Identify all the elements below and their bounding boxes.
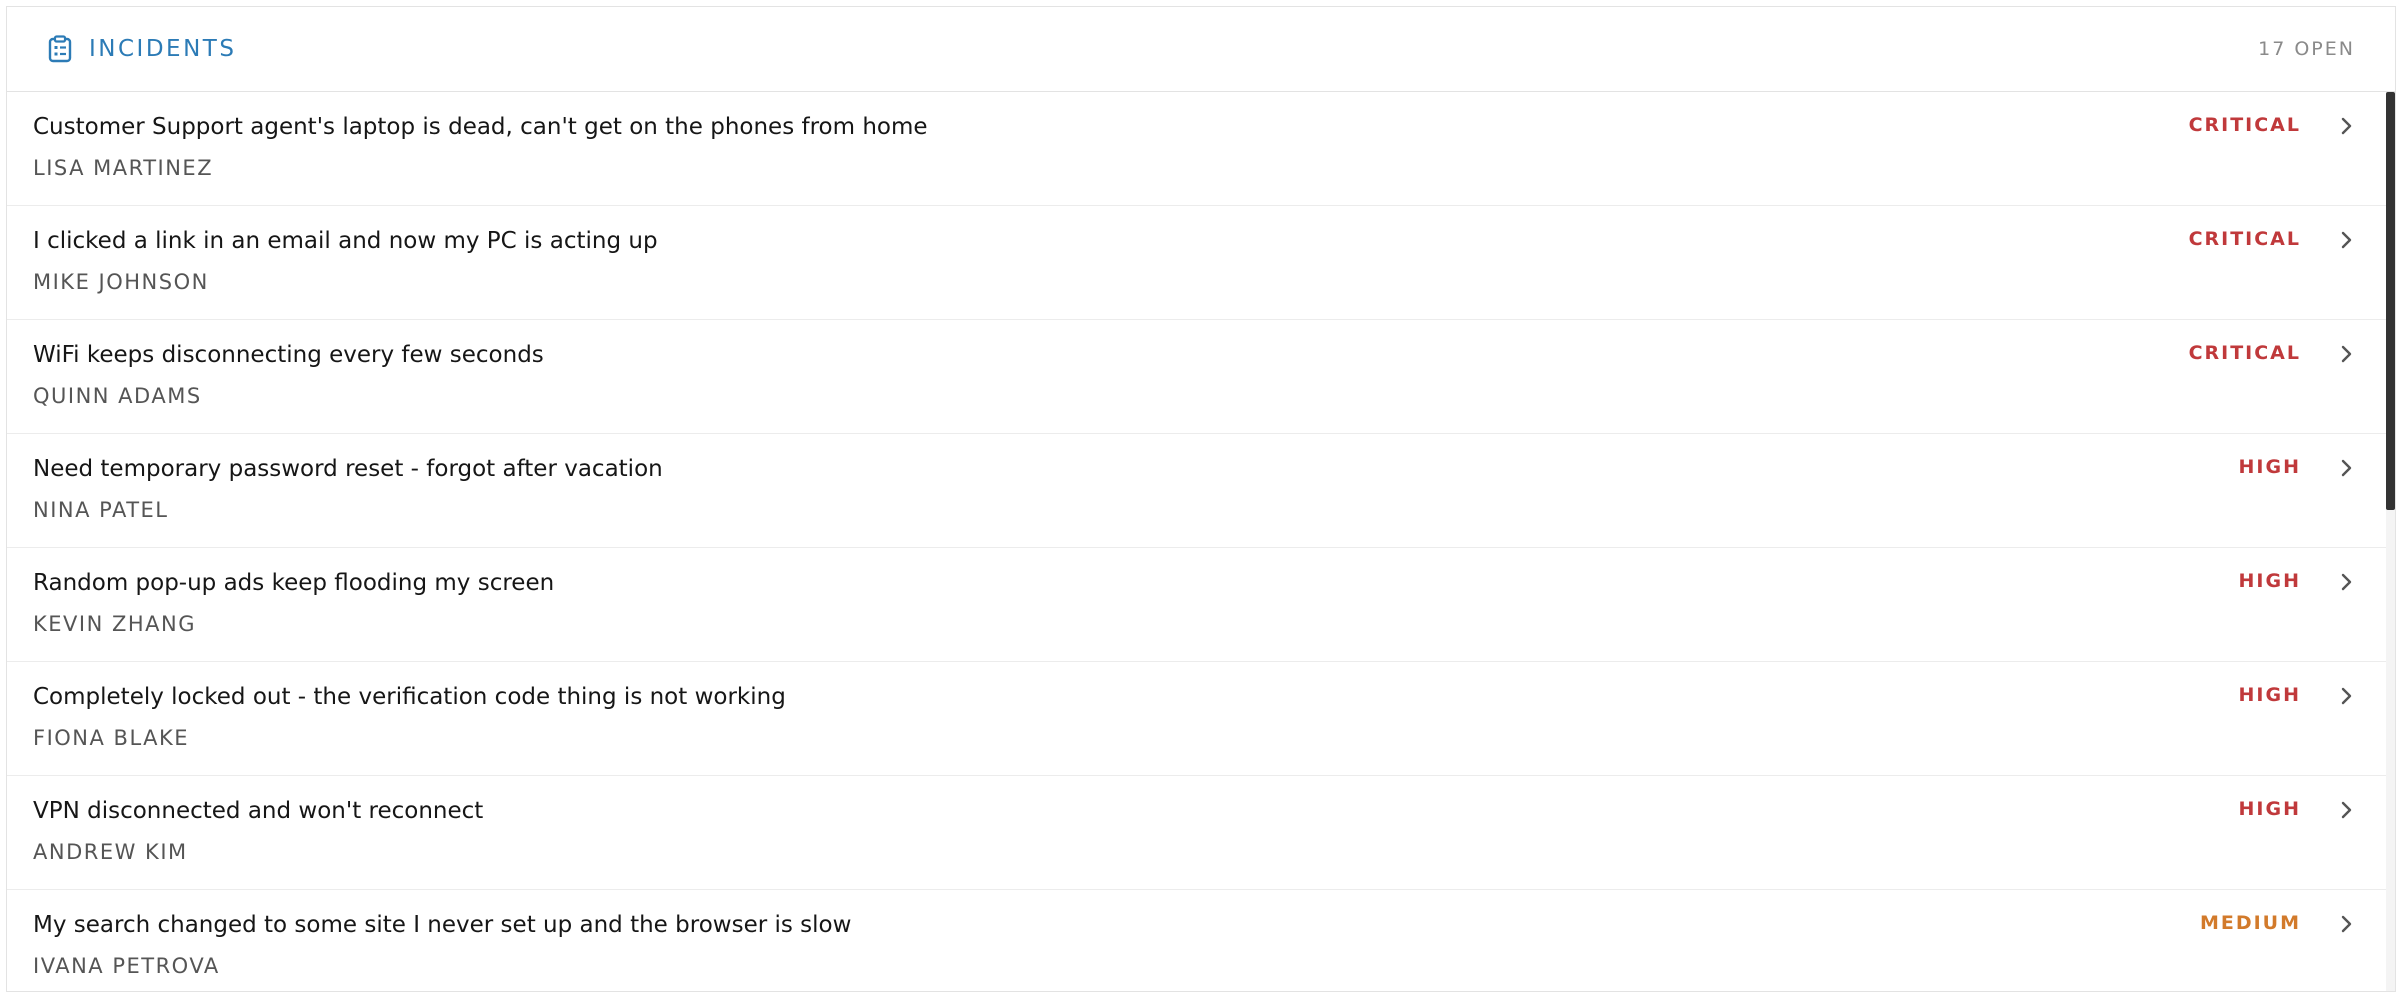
incident-title: Random pop-up ads keep flooding my scree… bbox=[33, 570, 555, 596]
open-count-badge: 17 OPEN bbox=[2258, 38, 2355, 60]
panel-title-group: INCIDENTS bbox=[47, 35, 236, 63]
priority-badge: CRITICAL bbox=[2188, 114, 2301, 136]
clipboard-list-icon bbox=[47, 35, 73, 63]
incident-reporter: KEVIN ZHANG bbox=[33, 612, 197, 636]
incident-reporter: ANDREW KIM bbox=[33, 840, 188, 864]
incident-row[interactable]: My search changed to some site I never s… bbox=[7, 890, 2395, 991]
priority-badge: CRITICAL bbox=[2188, 342, 2301, 364]
chevron-right-icon[interactable] bbox=[2339, 114, 2355, 138]
incident-row[interactable]: WiFi keeps disconnecting every few secon… bbox=[7, 320, 2395, 434]
incident-reporter: QUINN ADAMS bbox=[33, 384, 202, 408]
chevron-right-icon[interactable] bbox=[2339, 342, 2355, 366]
chevron-right-icon[interactable] bbox=[2339, 798, 2355, 822]
incident-title: Customer Support agent's laptop is dead,… bbox=[33, 114, 928, 140]
incident-title: I clicked a link in an email and now my … bbox=[33, 228, 658, 254]
incident-title: My search changed to some site I never s… bbox=[33, 912, 852, 938]
incident-row[interactable]: Need temporary password reset - forgot a… bbox=[7, 434, 2395, 548]
chevron-right-icon[interactable] bbox=[2339, 570, 2355, 594]
incident-reporter: NINA PATEL bbox=[33, 498, 169, 522]
chevron-right-icon[interactable] bbox=[2339, 684, 2355, 708]
chevron-right-icon[interactable] bbox=[2339, 456, 2355, 480]
incident-reporter: LISA MARTINEZ bbox=[33, 156, 214, 180]
priority-badge: HIGH bbox=[2238, 456, 2301, 478]
incident-reporter: FIONA BLAKE bbox=[33, 726, 190, 750]
incidents-panel: INCIDENTS 17 OPEN Customer Support agent… bbox=[6, 6, 2396, 992]
incident-row[interactable]: VPN disconnected and won't reconnect AND… bbox=[7, 776, 2395, 890]
priority-badge: CRITICAL bbox=[2188, 228, 2301, 250]
incident-title: Need temporary password reset - forgot a… bbox=[33, 456, 663, 482]
incident-list: Customer Support agent's laptop is dead,… bbox=[7, 92, 2395, 991]
incident-row[interactable]: Completely locked out - the verification… bbox=[7, 662, 2395, 776]
priority-badge: HIGH bbox=[2238, 798, 2301, 820]
priority-badge: HIGH bbox=[2238, 684, 2301, 706]
chevron-right-icon[interactable] bbox=[2339, 228, 2355, 252]
incident-reporter: IVANA PETROVA bbox=[33, 954, 220, 978]
scrollbar-track[interactable] bbox=[2386, 92, 2395, 991]
priority-badge: HIGH bbox=[2238, 570, 2301, 592]
page-title: INCIDENTS bbox=[89, 36, 237, 62]
incident-row[interactable]: Random pop-up ads keep flooding my scree… bbox=[7, 548, 2395, 662]
incident-title: VPN disconnected and won't reconnect bbox=[33, 798, 484, 824]
incident-list-container: Customer Support agent's laptop is dead,… bbox=[7, 92, 2395, 991]
scrollbar-thumb[interactable] bbox=[2386, 92, 2395, 510]
incident-title: WiFi keeps disconnecting every few secon… bbox=[33, 342, 544, 368]
chevron-right-icon[interactable] bbox=[2339, 912, 2355, 936]
incident-reporter: MIKE JOHNSON bbox=[33, 270, 209, 294]
panel-header: INCIDENTS 17 OPEN bbox=[7, 7, 2395, 92]
incident-row[interactable]: Customer Support agent's laptop is dead,… bbox=[7, 92, 2395, 206]
priority-badge: MEDIUM bbox=[2199, 912, 2301, 934]
incident-title: Completely locked out - the verification… bbox=[33, 684, 786, 710]
incident-row[interactable]: I clicked a link in an email and now my … bbox=[7, 206, 2395, 320]
